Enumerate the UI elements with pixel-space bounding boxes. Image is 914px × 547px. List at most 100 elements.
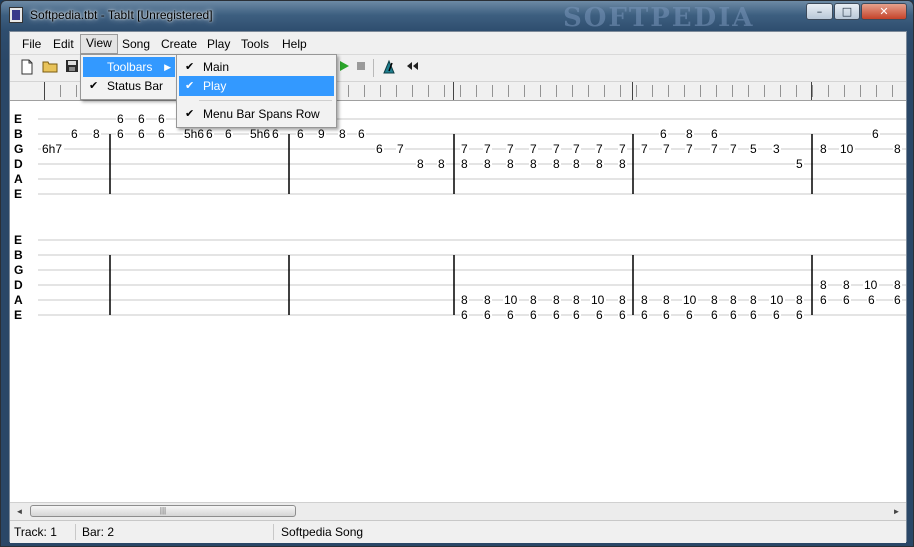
fret-number[interactable]: 8	[686, 127, 693, 141]
fret-number[interactable]: 8	[530, 293, 537, 307]
menu-item-menu-bar-spans-row[interactable]: ✔ Menu Bar Spans Row	[179, 104, 334, 124]
fret-number[interactable]: 6	[641, 308, 648, 322]
fret-number[interactable]: 6	[507, 308, 514, 322]
menu-create[interactable]: Create	[156, 35, 202, 53]
fret-number[interactable]: 7	[507, 142, 514, 156]
fret-number[interactable]: 6	[358, 127, 365, 141]
fret-number[interactable]: 10	[591, 293, 605, 307]
tablature-staves[interactable]: EBGDAE6h76866656665h6665h666986678877777…	[10, 101, 906, 503]
fret-number[interactable]: 8	[619, 157, 626, 171]
menu-item-toolbars[interactable]: Toolbars ▶	[83, 57, 175, 77]
fret-number[interactable]: 8	[641, 293, 648, 307]
fret-number[interactable]: 5	[796, 157, 803, 171]
fret-number[interactable]: 8	[663, 293, 670, 307]
fret-number[interactable]: 6h7	[42, 142, 62, 156]
fret-number[interactable]: 6	[619, 308, 626, 322]
fret-number[interactable]: 6	[750, 308, 757, 322]
fret-number[interactable]: 5h6	[250, 127, 270, 141]
fret-number[interactable]: 8	[339, 127, 346, 141]
fret-number[interactable]: 8	[484, 157, 491, 171]
fret-number[interactable]: 8	[93, 127, 100, 141]
fret-number[interactable]: 7	[641, 142, 648, 156]
fret-number[interactable]: 6	[484, 308, 491, 322]
fret-number[interactable]: 10	[504, 293, 518, 307]
fret-number[interactable]: 8	[820, 142, 827, 156]
fret-number[interactable]: 8	[573, 293, 580, 307]
fret-number[interactable]: 9	[318, 127, 325, 141]
fret-number[interactable]: 5	[750, 142, 757, 156]
rewind-icon[interactable]	[403, 59, 421, 77]
fret-number[interactable]: 7	[484, 142, 491, 156]
menu-item-main-toolbar[interactable]: ✔ Main	[179, 57, 334, 77]
fret-number[interactable]: 6	[117, 112, 124, 126]
fret-number[interactable]: 7	[619, 142, 626, 156]
fret-number[interactable]: 6	[530, 308, 537, 322]
fret-number[interactable]: 6	[711, 127, 718, 141]
fret-number[interactable]: 8	[730, 293, 737, 307]
fret-number[interactable]: 8	[553, 293, 560, 307]
menu-file[interactable]: File	[17, 35, 46, 53]
fret-number[interactable]: 6	[71, 127, 78, 141]
fret-number[interactable]: 6	[686, 308, 693, 322]
fret-number[interactable]: 7	[686, 142, 693, 156]
fret-number[interactable]: 6	[660, 127, 667, 141]
fret-number[interactable]: 6	[138, 112, 145, 126]
fret-number[interactable]: 8	[894, 278, 901, 292]
fret-number[interactable]: 6	[773, 308, 780, 322]
menu-item-status-bar[interactable]: ✔ Status Bar	[83, 76, 175, 96]
fret-number[interactable]: 7	[530, 142, 537, 156]
fret-number[interactable]: 10	[840, 142, 854, 156]
fret-number[interactable]: 7	[596, 142, 603, 156]
fret-number[interactable]: 6	[843, 293, 850, 307]
upper-staff[interactable]: EBGDAE6h76866656665h6665h666986678877777…	[14, 112, 906, 201]
fret-number[interactable]: 8	[484, 293, 491, 307]
tablature-editor[interactable]: EBGDAE6h76866656665h6665h666986678877777…	[10, 101, 906, 503]
fret-number[interactable]: 6	[206, 127, 213, 141]
fret-number[interactable]: 6	[872, 127, 879, 141]
fret-number[interactable]: 7	[730, 142, 737, 156]
fret-number[interactable]: 7	[553, 142, 560, 156]
fret-number[interactable]: 7	[397, 142, 404, 156]
menu-help[interactable]: Help	[277, 35, 312, 53]
fret-number[interactable]: 6	[158, 112, 165, 126]
fret-number[interactable]: 6	[376, 142, 383, 156]
fret-number[interactable]: 8	[796, 293, 803, 307]
fret-number[interactable]: 7	[461, 142, 468, 156]
fret-number[interactable]: 6	[573, 308, 580, 322]
fret-number[interactable]: 8	[711, 293, 718, 307]
fret-number[interactable]: 6	[461, 308, 468, 322]
metronome-icon[interactable]	[380, 59, 398, 77]
horizontal-scrollbar[interactable]: ◄ ||| ►	[10, 502, 906, 520]
fret-number[interactable]: 6	[730, 308, 737, 322]
fret-number[interactable]: 8	[461, 293, 468, 307]
menu-song[interactable]: Song	[117, 35, 155, 53]
fret-number[interactable]: 8	[894, 142, 901, 156]
menu-view[interactable]: View	[80, 34, 118, 54]
fret-number[interactable]: 6	[225, 127, 232, 141]
menu-item-play-toolbar[interactable]: ✔ Play	[179, 76, 334, 96]
fret-number[interactable]: 6	[711, 308, 718, 322]
fret-number[interactable]: 6	[663, 308, 670, 322]
play-icon[interactable]	[335, 59, 353, 77]
fret-number[interactable]: 6	[596, 308, 603, 322]
fret-number[interactable]: 6	[297, 127, 304, 141]
fret-number[interactable]: 10	[864, 278, 878, 292]
fret-number[interactable]: 6	[158, 127, 165, 141]
scroll-right-arrow-icon[interactable]: ►	[888, 503, 905, 520]
fret-number[interactable]: 8	[417, 157, 424, 171]
fret-number[interactable]: 6	[272, 127, 279, 141]
fret-number[interactable]: 8	[530, 157, 537, 171]
fret-number[interactable]: 6	[868, 293, 875, 307]
fret-number[interactable]: 8	[573, 157, 580, 171]
fret-number[interactable]: 10	[770, 293, 784, 307]
fret-number[interactable]: 6	[553, 308, 560, 322]
fret-number[interactable]: 8	[619, 293, 626, 307]
fret-number[interactable]: 7	[711, 142, 718, 156]
fret-number[interactable]: 8	[461, 157, 468, 171]
fret-number[interactable]: 6	[117, 127, 124, 141]
fret-number[interactable]: 6	[138, 127, 145, 141]
lower-staff[interactable]: EBGDAE8 8 10 8 8 8 10 86 6 6 6 6 6 6 68 8 10 8 8 8 10 86 6 6 6 6 6…	[14, 233, 906, 322]
save-icon[interactable]	[63, 59, 81, 77]
title-bar[interactable]: Softpedia.tbt - TabIt [Unregistered] SOF…	[1, 1, 913, 33]
fret-number[interactable]: 7	[663, 142, 670, 156]
